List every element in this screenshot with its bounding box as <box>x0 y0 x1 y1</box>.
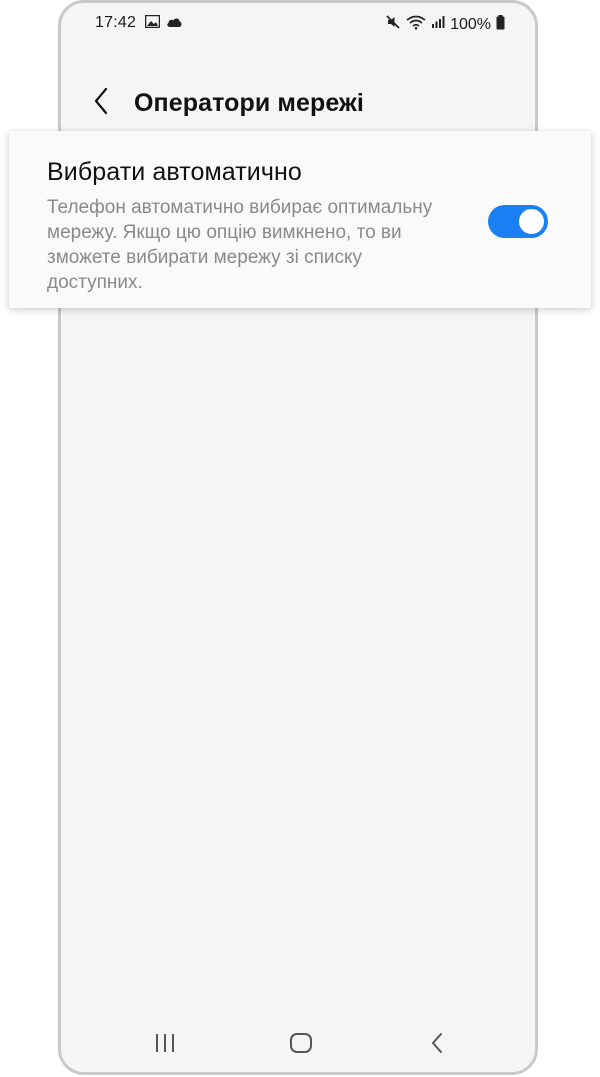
recent-apps-icon <box>154 1033 176 1058</box>
cloud-icon <box>166 15 183 33</box>
nav-back-button[interactable] <box>419 1030 455 1060</box>
battery-percent: 100% <box>450 15 491 33</box>
status-time: 17:42 <box>95 14 137 31</box>
setting-description: Телефон автоматично вибирає оптимальну м… <box>47 197 433 293</box>
status-right: 100% <box>385 14 505 35</box>
app-bar: Оператори мережі <box>61 77 535 133</box>
recent-apps-button[interactable] <box>147 1030 183 1060</box>
status-bar: 17:42 100% <box>61 3 535 45</box>
signal-icon <box>431 15 445 34</box>
back-icon <box>430 1032 444 1059</box>
home-icon <box>289 1032 313 1059</box>
chevron-left-icon <box>93 87 109 120</box>
toggle-knob <box>517 207 546 236</box>
back-button[interactable] <box>87 85 115 121</box>
wifi-icon <box>406 15 426 35</box>
status-left-icons <box>144 14 183 33</box>
home-button[interactable] <box>283 1030 319 1060</box>
page-title: Оператори мережі <box>134 89 364 117</box>
setting-title: Вибрати автоматично <box>47 158 302 186</box>
page: 17:42 100% Оператори мережі Вибрати авто… <box>0 0 600 1077</box>
auto-select-toggle[interactable] <box>488 205 548 238</box>
navigation-bar <box>61 1016 535 1072</box>
battery-icon <box>496 14 505 35</box>
mute-icon <box>385 14 401 35</box>
gallery-icon <box>144 14 161 33</box>
auto-select-setting-card[interactable]: Вибрати автоматично Телефон автоматично … <box>9 131 591 308</box>
